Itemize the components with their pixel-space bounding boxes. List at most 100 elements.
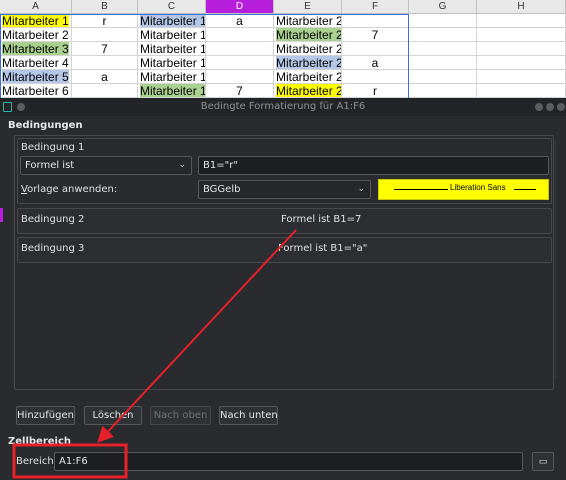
cell-f1[interactable] (342, 14, 409, 28)
left-edge-marker (0, 208, 3, 222)
column-header-b[interactable]: B (72, 0, 138, 14)
condition-type-select[interactable]: Formel ist ⌄ (20, 156, 192, 175)
cell-value: Mitarbeiter 3 (2, 42, 69, 56)
formula-value: B1="r" (203, 160, 238, 171)
shrink-icon: ▭ (538, 457, 548, 467)
cell-h3[interactable] (477, 42, 566, 56)
cell-h2[interactable] (477, 28, 566, 42)
column-header-e[interactable]: E (274, 0, 342, 14)
cell-c2[interactable]: Mitarbeiter 11 (138, 28, 206, 42)
cell-c6[interactable]: Mitarbeiter 15 (138, 84, 206, 98)
cell-b2[interactable] (72, 28, 138, 42)
column-header-h[interactable]: H (477, 0, 566, 14)
column-header-a[interactable]: A (0, 0, 72, 14)
cell-f5[interactable] (342, 70, 409, 84)
preview-line-right (514, 189, 536, 190)
formula-input[interactable]: B1="r" (198, 156, 549, 175)
cell-g4[interactable] (409, 56, 477, 70)
cell-f4[interactable]: a (342, 56, 409, 70)
cell-c3[interactable]: Mitarbeiter 12 (138, 42, 206, 56)
apply-style-label-text: orlage anwenden: (27, 184, 118, 195)
cell-b5[interactable]: a (72, 70, 138, 84)
cell-a5[interactable]: Mitarbeiter 5 (0, 70, 72, 84)
cell-e1[interactable]: Mitarbeiter 20 (274, 14, 342, 28)
preview-line-left (394, 189, 448, 190)
cell-value: Mitarbeiter 21 (276, 28, 341, 41)
cell-c5[interactable]: Mitarbeiter 14 (138, 70, 206, 84)
app-icon (3, 102, 12, 112)
cell-value: Mitarbeiter 25 (276, 84, 341, 97)
cell-g2[interactable] (409, 28, 477, 42)
cell-g3[interactable] (409, 42, 477, 56)
cell-b6[interactable] (72, 84, 138, 98)
style-preview: Liberation Sans (378, 179, 549, 200)
cell-d3[interactable] (206, 42, 274, 56)
conditions-heading: Bedingungen (8, 120, 83, 131)
cell-a1[interactable]: Mitarbeiter 1 (0, 14, 72, 28)
cell-f2[interactable]: 7 (342, 28, 409, 42)
add-button[interactable]: Hinzufügen (16, 406, 75, 425)
cell-a3[interactable]: Mitarbeiter 3 (0, 42, 72, 56)
cell-h1[interactable] (477, 14, 566, 28)
cell-a2[interactable]: Mitarbeiter 2 (0, 28, 72, 42)
condition-2-summary: Formel ist B1=7 (281, 214, 362, 225)
close-icon[interactable] (557, 103, 565, 111)
cell-value: Mitarbeiter 15 (140, 84, 205, 97)
cell-h6[interactable] (477, 84, 566, 98)
chevron-down-icon: ⌄ (178, 160, 186, 170)
cell-g5[interactable] (409, 70, 477, 84)
cell-d1[interactable]: a (206, 14, 274, 28)
range-input[interactable]: A1:F6 (54, 452, 523, 471)
condition-2-label: Bedingung 2 (21, 214, 85, 225)
move-down-button[interactable]: Nach unten (219, 406, 278, 425)
cell-f6[interactable]: r (342, 84, 409, 98)
cell-h4[interactable] (477, 56, 566, 70)
cell-d6[interactable]: 7 (206, 84, 274, 98)
chevron-down-icon: ⌄ (357, 184, 365, 194)
cell-d4[interactable] (206, 56, 274, 70)
condition-type-value: Formel ist (25, 160, 75, 171)
column-header-g[interactable]: G (409, 0, 477, 14)
dialog-titlebar: Bedingte Formatierung für A1:F6 (0, 98, 566, 116)
column-header-d[interactable]: D (206, 0, 274, 14)
minimize-icon[interactable] (535, 103, 543, 111)
cell-e2[interactable]: Mitarbeiter 21 (274, 28, 342, 42)
cell-e6[interactable]: Mitarbeiter 25 (274, 84, 342, 98)
delete-button[interactable]: Löschen (84, 406, 142, 425)
cell-c1[interactable]: Mitarbeiter 10 (138, 14, 206, 28)
column-header-c[interactable]: C (138, 0, 206, 14)
cell-f3[interactable] (342, 42, 409, 56)
cell-a4[interactable]: Mitarbeiter 4 (0, 56, 72, 70)
cell-d5[interactable] (206, 70, 274, 84)
cell-e5[interactable]: Mitarbeiter 24 (274, 70, 342, 84)
cell-b1[interactable]: r (72, 14, 138, 28)
move-up-button[interactable]: Nach oben (150, 406, 211, 425)
maximize-icon[interactable] (546, 103, 554, 111)
cell-e4[interactable]: Mitarbeiter 23 (274, 56, 342, 70)
condition-1-label: Bedingung 1 (21, 142, 85, 153)
cell-value: Mitarbeiter 10 (140, 14, 205, 27)
range-value: A1:F6 (59, 456, 88, 467)
cell-g1[interactable] (409, 14, 477, 28)
window-menu-icon[interactable] (17, 103, 25, 111)
cell-b4[interactable] (72, 56, 138, 70)
style-select[interactable]: BGGelb ⌄ (198, 180, 371, 199)
spreadsheet-grid: ABCDEFGH Mitarbeiter 1rMitarbeiter 10aMi… (0, 0, 566, 98)
condition-3-summary: Formel ist B1="a" (278, 243, 368, 254)
preview-font-name: Liberation Sans (450, 183, 506, 192)
cell-c4[interactable]: Mitarbeiter 13 (138, 56, 206, 70)
style-value: BGGelb (203, 184, 241, 195)
apply-style-label: Vorlage anwenden: (21, 184, 117, 195)
dialog-title: Bedingte Formatierung für A1:F6 (200, 101, 366, 112)
column-header-f[interactable]: F (342, 0, 409, 14)
cell-d2[interactable] (206, 28, 274, 42)
cell-e3[interactable]: Mitarbeiter 22 (274, 42, 342, 56)
shrink-range-button[interactable]: ▭ (532, 452, 554, 471)
cell-range-heading: Zellbereich (8, 436, 72, 447)
range-label: Bereich: (16, 456, 58, 467)
cell-a6[interactable]: Mitarbeiter 6 (0, 84, 72, 98)
dialog-scrollbar[interactable] (555, 140, 556, 378)
cell-b3[interactable]: 7 (72, 42, 138, 56)
cell-g6[interactable] (409, 84, 477, 98)
cell-h5[interactable] (477, 70, 566, 84)
